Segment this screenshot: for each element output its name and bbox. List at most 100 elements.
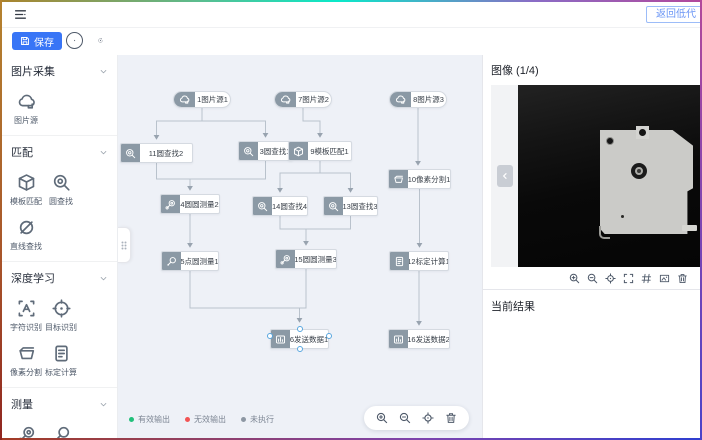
chevron-down-icon	[99, 148, 108, 157]
palette-section-0: 图片采集图片源	[2, 55, 117, 136]
node-palette-sidebar: 图片采集图片源匹配模板匹配圆查找直线查找深度学习字符识别目标识别像素分割标定计算…	[2, 55, 118, 438]
part-corner-hole	[606, 137, 614, 145]
flow-canvas[interactable]: 1图片源1 7图片源2 8图片源3 11圆查找2 3圆查找19模板匹配1 10像素分割1 4…	[118, 55, 483, 438]
image-toolbar	[483, 267, 700, 289]
measure-point-circle-icon	[52, 425, 71, 438]
image-compare-icon[interactable]	[659, 273, 670, 284]
node-port[interactable]	[297, 326, 303, 332]
save-button-label: 保存	[34, 34, 54, 49]
segment-icon	[17, 344, 36, 363]
flow-node-1[interactable]: 1图片源1	[173, 91, 231, 108]
flow-node-16[interactable]: 16发送数据2	[388, 329, 450, 349]
flow-node-6[interactable]: 6发送数据1	[270, 329, 329, 349]
flow-node-11[interactable]: 11圆查找2	[120, 143, 193, 163]
zoom-in-icon[interactable]	[376, 412, 388, 424]
measure-circle-circle-icon	[17, 425, 36, 438]
palette-section-title[interactable]: 匹配	[11, 144, 108, 160]
flow-node-8[interactable]: 8图片源3	[389, 91, 447, 108]
node-type-icon	[271, 330, 290, 348]
legend-item: 有效输出	[129, 414, 170, 425]
node-type-icon	[289, 142, 308, 160]
fullscreen-icon[interactable]	[623, 273, 634, 284]
node-label: 1图片源1	[195, 92, 230, 107]
node-type-icon	[276, 250, 295, 268]
ocr-icon	[17, 299, 36, 318]
save-button[interactable]: 保存	[12, 32, 62, 50]
palette-item-直线查找[interactable]: 直线查找	[11, 218, 41, 252]
cloud-image-icon	[179, 94, 190, 105]
node-label: 6发送数据1	[290, 330, 328, 348]
node-type-icon	[253, 197, 272, 215]
palette-section-title[interactable]: 测量	[11, 396, 108, 412]
zoom-out-icon[interactable]	[399, 412, 411, 424]
flow-node-9[interactable]: 9模板匹配1	[288, 141, 352, 161]
sidebar-collapse-handle[interactable]	[118, 227, 131, 263]
node-label: 16发送数据2	[408, 330, 449, 348]
part-bottom-hook	[599, 226, 610, 239]
palette-item-label: 直线查找	[10, 241, 42, 252]
target-icon	[52, 299, 71, 318]
palette-item-字符识别[interactable]: 字符识别	[11, 299, 41, 333]
flow-node-13[interactable]: 13圆查找3	[323, 196, 378, 216]
palette-item-点圆测量[interactable]: 点圆测量	[46, 425, 76, 438]
flow-node-10[interactable]: 10像素分割1	[388, 169, 451, 189]
calc-doc-icon	[394, 256, 405, 267]
node-label: 10像素分割1	[408, 170, 450, 188]
palette-item-label: 目标识别	[45, 322, 77, 333]
palette-section-3: 测量圆圆测量点圆测量点点测量	[2, 388, 117, 438]
legend-label: 无效输出	[194, 414, 226, 425]
palette-item-label: 字符识别	[10, 322, 42, 333]
palette-item-像素分割[interactable]: 像素分割	[11, 344, 41, 378]
palette-section-title[interactable]: 深度学习	[11, 270, 108, 286]
node-type-icon	[162, 252, 181, 270]
zoom-out-icon[interactable]	[587, 273, 598, 284]
trash-icon[interactable]	[445, 412, 457, 424]
legend-dot	[129, 417, 134, 422]
flow-node-3[interactable]: 3圆查找1	[238, 141, 293, 161]
grid-icon[interactable]	[641, 273, 652, 284]
node-port[interactable]	[297, 346, 303, 352]
flow-node-4[interactable]: 4圆圆测量2	[160, 194, 220, 214]
palette-item-圆查找[interactable]: 圆查找	[46, 173, 76, 207]
palette-item-模板匹配[interactable]: 模板匹配	[11, 173, 41, 207]
trash-icon[interactable]	[677, 273, 688, 284]
flow-node-12[interactable]: 12标定计算1	[389, 251, 449, 271]
legend-dot	[241, 417, 246, 422]
cube-icon	[17, 173, 36, 192]
flow-node-5[interactable]: 5点圆测量1	[161, 251, 219, 271]
send-data-icon	[275, 334, 286, 345]
run-button[interactable]	[66, 32, 83, 49]
measure-point-circle-icon	[166, 256, 177, 267]
legend-dot	[185, 417, 190, 422]
image-results-panel: 图像 (1/4)	[482, 55, 700, 438]
run-once-button[interactable]	[92, 32, 109, 49]
flow-edges	[118, 55, 483, 438]
palette-item-图片源[interactable]: 图片源	[11, 92, 41, 126]
flow-node-7[interactable]: 7图片源2	[274, 91, 332, 108]
palette-item-标定计算[interactable]: 标定计算	[46, 344, 76, 378]
header-bar: 返回低代	[2, 2, 700, 28]
flow-node-14[interactable]: 14圆查找4	[252, 196, 308, 216]
back-to-lowcode-button[interactable]: 返回低代	[646, 6, 700, 23]
node-label: 3圆查找1	[258, 142, 292, 160]
measure-circle-circle-icon	[280, 254, 291, 265]
prev-image-button[interactable]	[497, 165, 513, 187]
node-label: 14圆查找4	[272, 197, 307, 215]
zoom-in-icon[interactable]	[569, 273, 580, 284]
palette-item-目标识别[interactable]: 目标识别	[46, 299, 76, 333]
cloud-image-icon	[395, 94, 406, 105]
menu-icon[interactable]	[14, 8, 27, 21]
flow-node-15[interactable]: 15圆圆测量3	[275, 249, 337, 269]
palette-item-圆圆测量[interactable]: 圆圆测量	[11, 425, 41, 438]
palette-section-title[interactable]: 图片采集	[11, 63, 108, 79]
node-port[interactable]	[326, 333, 332, 339]
locate-icon[interactable]	[605, 273, 616, 284]
palette-item-label: 圆查找	[49, 196, 73, 207]
results-title: 当前结果	[483, 290, 700, 314]
palette-section-1: 匹配模板匹配圆查找直线查找	[2, 136, 117, 262]
locate-icon[interactable]	[422, 412, 434, 424]
calc-doc-icon	[52, 344, 71, 363]
camera-image[interactable]	[518, 85, 700, 267]
node-port[interactable]	[267, 333, 273, 339]
toolbar: 保存	[2, 28, 700, 56]
